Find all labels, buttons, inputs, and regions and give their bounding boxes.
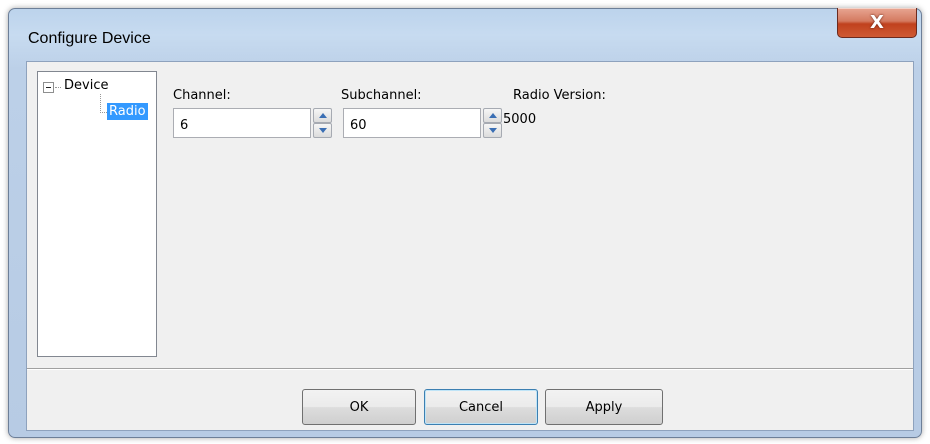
collapse-minus-icon[interactable] xyxy=(43,82,54,93)
channel-spin-down-button[interactable] xyxy=(313,123,332,138)
subchannel-label: Subchannel: xyxy=(341,88,422,103)
device-tree[interactable]: Device Radio xyxy=(37,71,157,357)
arrow-down-icon xyxy=(489,128,497,133)
tree-item-device[interactable]: Device xyxy=(64,78,108,93)
subchannel-spin-up-button[interactable] xyxy=(483,108,502,123)
cancel-button[interactable]: Cancel xyxy=(424,389,538,425)
channel-input[interactable]: 6 xyxy=(173,108,311,138)
tree-connector-line xyxy=(100,94,101,113)
configure-device-window: Configure Device X Device Radio Channel:… xyxy=(8,8,922,438)
radio-version-value: 5000 xyxy=(503,112,537,127)
arrow-down-icon xyxy=(319,128,327,133)
close-icon: X xyxy=(870,12,884,33)
subchannel-input[interactable]: 60 xyxy=(343,108,481,138)
channel-label: Channel: xyxy=(173,88,231,103)
button-bar-separator xyxy=(27,368,913,370)
tree-item-radio[interactable]: Radio xyxy=(107,103,148,120)
radio-version-label: Radio Version: xyxy=(513,88,606,103)
arrow-up-icon xyxy=(489,113,497,118)
close-button[interactable]: X xyxy=(837,8,917,38)
subchannel-spinner xyxy=(483,108,502,138)
tree-connector-line xyxy=(100,112,107,113)
arrow-up-icon xyxy=(319,113,327,118)
subchannel-spin-down-button[interactable] xyxy=(483,123,502,138)
ok-button[interactable]: OK xyxy=(302,389,416,425)
apply-button[interactable]: Apply xyxy=(545,389,663,425)
window-title: Configure Device xyxy=(28,30,151,47)
channel-spinner xyxy=(313,108,332,138)
channel-spin-up-button[interactable] xyxy=(313,108,332,123)
tree-connector-line xyxy=(55,87,61,88)
dialog-client-area: Device Radio Channel: 6 Subchannel: 60 R… xyxy=(26,61,914,431)
